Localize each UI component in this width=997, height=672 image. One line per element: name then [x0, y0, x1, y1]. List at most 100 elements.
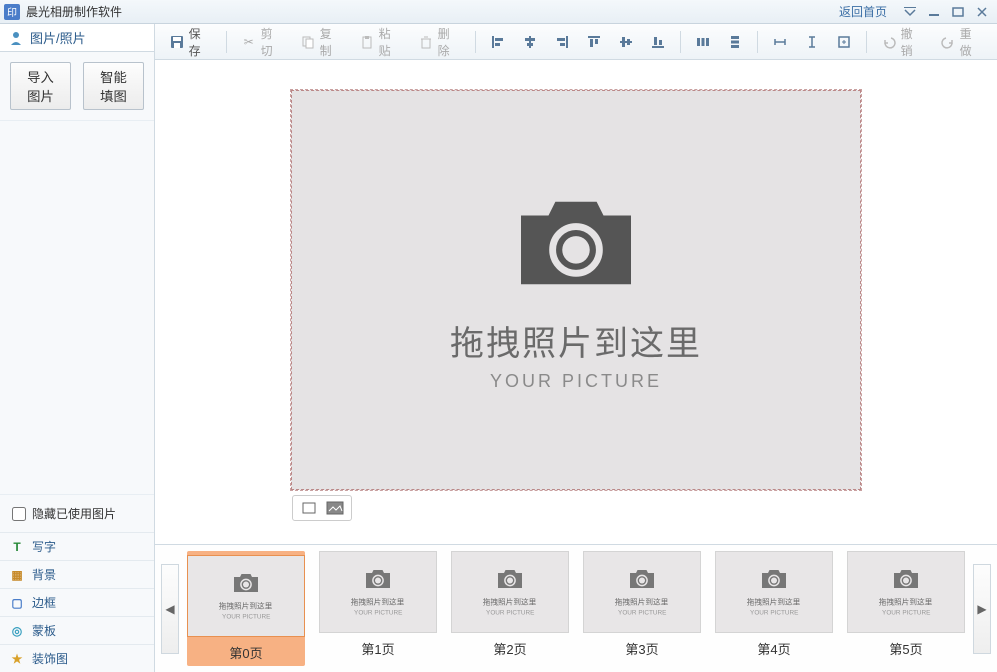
- page-thumb-2[interactable]: 拖拽照片到这里YOUR PICTURE第2页: [451, 551, 569, 666]
- page-thumb-4[interactable]: 拖拽照片到这里 YOUR PICTURE 第4页: [715, 551, 833, 666]
- sidebar-item-3[interactable]: ◎蒙板: [0, 616, 154, 644]
- canvas-tool-crop[interactable]: [299, 500, 319, 516]
- distribute-h-button[interactable]: [689, 31, 717, 53]
- pages-container: 拖拽照片到这里YOUR PICTURE第0页拖拽照片到这里YOUR PICTUR…: [187, 551, 965, 666]
- sidebar-item-label: 背景: [32, 566, 56, 583]
- delete-icon: [418, 34, 434, 50]
- page-thumb-3[interactable]: 拖拽照片到这里 YOUR PICTURE 第3页: [583, 551, 701, 666]
- close-icon[interactable]: [971, 4, 993, 20]
- sidebar-item-label: 写字: [32, 538, 56, 555]
- distribute-v-button[interactable]: [721, 31, 749, 53]
- page-thumb-0[interactable]: 拖拽照片到这里YOUR PICTURE 第0页: [187, 551, 305, 666]
- page-thumb-1[interactable]: 拖拽照片到这里YOUR PICTURE 第1页: [319, 551, 437, 666]
- align-middle-button[interactable]: [612, 31, 640, 53]
- hide-used-row: 隐藏已使用图片: [0, 494, 154, 532]
- same-height-button[interactable]: [798, 31, 826, 53]
- scroll-left-button[interactable]: ◀: [161, 564, 179, 654]
- copy-icon: [300, 34, 316, 50]
- home-link[interactable]: 返回首页: [839, 3, 887, 20]
- camera-icon: [506, 188, 646, 298]
- page-label: 第3页: [625, 639, 658, 658]
- import-row: 导入图片 智能填图: [0, 52, 154, 121]
- minimize-icon[interactable]: [923, 4, 945, 20]
- dropdown-icon[interactable]: [899, 4, 921, 20]
- canvas-frame[interactable]: 拖拽照片到这里 YOUR PICTURE: [291, 90, 861, 490]
- align-right-icon: [554, 34, 570, 50]
- hide-used-checkbox[interactable]: [12, 507, 26, 521]
- thumb-sub: YOUR PICTURE: [750, 609, 798, 616]
- align-right-button[interactable]: [548, 31, 576, 53]
- sidebar-item-icon: ▦: [10, 568, 24, 582]
- sidebar-item-icon: ▢: [10, 596, 24, 610]
- thumb-sub: YOUR PICTURE: [618, 609, 666, 616]
- align-top-button[interactable]: [580, 31, 608, 53]
- sidebar-item-label: 装饰图: [32, 650, 68, 667]
- scroll-right-button[interactable]: ▶: [973, 564, 991, 654]
- distribute-v-icon: [727, 34, 743, 50]
- page-label: 第5页: [889, 639, 922, 658]
- page-label: 第1页: [361, 639, 394, 658]
- redo-icon: [940, 34, 956, 50]
- sidebar-item-1[interactable]: ▦ 背景: [0, 560, 154, 588]
- sidebar-item-icon: ★: [10, 652, 24, 666]
- redo-button[interactable]: 重做: [934, 22, 989, 62]
- page-strip: ◀ 拖拽照片到这里YOUR PICTURE第0页拖拽照片到这里YOUR PICT…: [155, 544, 997, 672]
- distribute-h-icon: [695, 34, 711, 50]
- person-icon: [8, 30, 24, 46]
- thumb-box: 拖拽照片到这里YOUR PICTURE: [319, 551, 437, 633]
- canvas-area: 拖拽照片到这里 YOUR PICTURE: [155, 60, 997, 544]
- align-middle-icon: [618, 34, 634, 50]
- page-label: 第4页: [757, 639, 790, 658]
- same-height-icon: [804, 34, 820, 50]
- sidebar-item-icon: T: [10, 540, 24, 554]
- paste-icon: [359, 34, 375, 50]
- same-width-button[interactable]: [766, 31, 794, 53]
- thumb-box: 拖拽照片到这里 YOUR PICTURE: [847, 551, 965, 633]
- thumb-title: 拖拽照片到这里: [879, 596, 933, 607]
- paste-button[interactable]: 粘贴: [353, 22, 408, 62]
- thumb-title: 拖拽照片到这里: [483, 596, 537, 607]
- maximize-icon[interactable]: [947, 4, 969, 20]
- sidebar-item-label: 边框: [32, 594, 56, 611]
- canvas-tool-image[interactable]: [325, 500, 345, 516]
- cut-button[interactable]: ✂剪切: [235, 22, 290, 62]
- hide-used-label: 隐藏已使用图片: [32, 505, 116, 522]
- same-size-icon: [836, 34, 852, 50]
- thumb-title: 拖拽照片到这里: [747, 596, 801, 607]
- align-bottom-button[interactable]: [644, 31, 672, 53]
- thumb-box: 拖拽照片到这里YOUR PICTURE: [451, 551, 569, 633]
- same-width-icon: [772, 34, 788, 50]
- sidebar-tab-photos[interactable]: 图片/照片: [0, 24, 154, 52]
- thumb-sub: YOUR PICTURE: [882, 609, 930, 616]
- align-left-button[interactable]: [484, 31, 512, 53]
- save-icon: [169, 34, 185, 50]
- toolbar: 保存 ✂剪切 复制 粘贴 删除 撤销 重做: [155, 24, 997, 60]
- smart-fill-button[interactable]: 智能填图: [83, 62, 144, 110]
- delete-button[interactable]: 删除: [412, 22, 467, 62]
- cut-icon: ✂: [241, 34, 257, 50]
- canvas-tools: [292, 495, 352, 521]
- save-button[interactable]: 保存: [163, 22, 218, 62]
- align-left-icon: [490, 34, 506, 50]
- thumb-box: 拖拽照片到这里 YOUR PICTURE: [715, 551, 833, 633]
- same-size-button[interactable]: [830, 31, 858, 53]
- sidebar-item-4[interactable]: ★ 装饰图: [0, 644, 154, 672]
- align-center-h-button[interactable]: [516, 31, 544, 53]
- sidebar-item-0[interactable]: T 写字: [0, 532, 154, 560]
- photo-list-area: [0, 121, 154, 494]
- thumb-sub: YOUR PICTURE: [222, 613, 270, 620]
- import-button[interactable]: 导入图片: [10, 62, 71, 110]
- thumb-title: 拖拽照片到这里: [615, 596, 669, 607]
- align-top-icon: [586, 34, 602, 50]
- sidebar-item-icon: ◎: [10, 624, 24, 638]
- page-label: 第0页: [229, 643, 262, 662]
- undo-button[interactable]: 撤销: [875, 22, 930, 62]
- page-thumb-5[interactable]: 拖拽照片到这里 YOUR PICTURE 第5页: [847, 551, 965, 666]
- undo-icon: [881, 34, 897, 50]
- workspace: 保存 ✂剪切 复制 粘贴 删除 撤销 重做: [155, 24, 997, 672]
- copy-button[interactable]: 复制: [294, 22, 349, 62]
- thumb-title: 拖拽照片到这里: [351, 596, 405, 607]
- thumb-box: 拖拽照片到这里YOUR PICTURE: [187, 555, 305, 637]
- thumb-box: 拖拽照片到这里 YOUR PICTURE: [583, 551, 701, 633]
- sidebar-item-2[interactable]: ▢ 边框: [0, 588, 154, 616]
